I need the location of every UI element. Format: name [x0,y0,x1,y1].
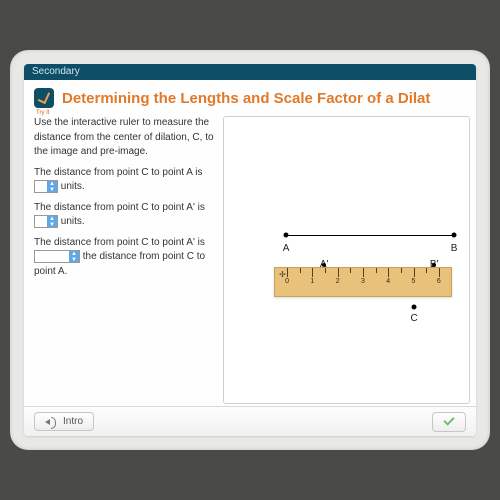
point-b [452,233,457,238]
lesson-header: Try It Determining the Lengths and Scale… [24,80,476,112]
scale-factor-input[interactable]: ▲▼ [34,250,80,263]
point-b-prime [432,263,436,267]
tablet-frame: Secondary Try It Determining the Lengths… [10,50,490,450]
distance-caprime-row: The distance from point C to point A' is… [34,201,217,230]
label-a: A [283,243,290,254]
stepper-icon[interactable]: ▲▼ [47,181,57,192]
try-it-label: Try It [36,110,49,116]
geometry-canvas[interactable]: A B ✢ 0 1 2 3 4 [223,116,470,404]
distance-ca-text-a: The distance from point C to point A is [34,167,202,178]
distance-ca-text-b: units. [61,181,85,192]
content-area: Use the interactive ruler to measure the… [24,112,476,406]
try-it-badge: Try It [34,88,54,108]
interactive-ruler[interactable]: ✢ 0 1 2 3 4 5 6 [274,267,452,297]
scale-factor-text-a: The distance from point C to point A' is [34,237,205,248]
app-screen: Secondary Try It Determining the Lengths… [24,64,476,436]
breadcrumb-secondary: Secondary [32,66,80,77]
check-icon [443,414,454,425]
distance-caprime-text-a: The distance from point C to point A' is [34,202,205,213]
footer-bar: Intro [24,406,476,436]
distance-ca-row: The distance from point C to point A is … [34,166,217,195]
ruler-ticks: 0 1 2 3 4 5 6 [287,268,445,296]
point-c [412,305,417,310]
segment-ab [286,235,454,236]
try-it-icon [34,88,54,108]
point-a [284,233,289,238]
intro-button[interactable]: Intro [34,412,94,431]
check-answer-button[interactable] [432,412,466,432]
instructions-panel: Use the interactive ruler to measure the… [34,116,217,404]
point-a-prime [322,263,326,267]
intro-label: Intro [63,416,83,427]
label-c: C [410,313,417,324]
audio-icon [45,417,57,427]
instruction-intro: Use the interactive ruler to measure the… [34,116,217,160]
stepper-icon[interactable]: ▲▼ [69,251,79,262]
distance-caprime-text-b: units. [61,216,85,227]
scale-factor-row: The distance from point C to point A' is… [34,236,217,280]
label-b: B [451,243,458,254]
top-nav-bar: Secondary [24,64,476,80]
page-title: Determining the Lengths and Scale Factor… [62,90,430,107]
stepper-icon[interactable]: ▲▼ [47,216,57,227]
distance-caprime-input[interactable]: ▲▼ [34,215,58,228]
distance-ca-input[interactable]: ▲▼ [34,180,58,193]
